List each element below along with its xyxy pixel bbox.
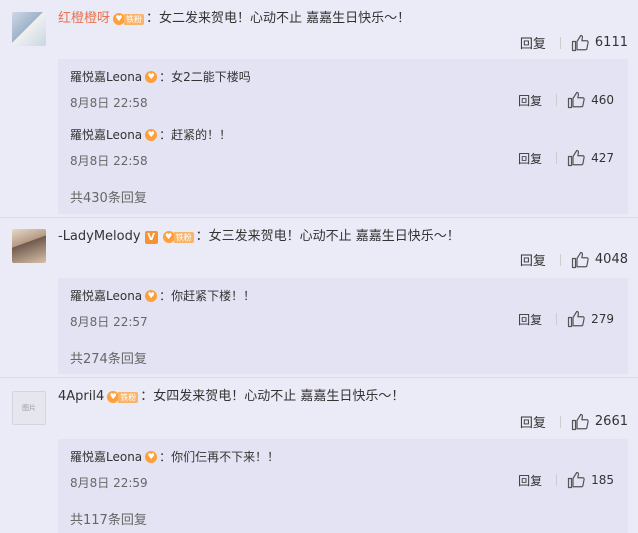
username[interactable]: -LadyMelody [58,228,141,246]
divider [0,217,638,218]
reply-item: 羅悦嘉Leona ♥ ：女2二能下楼吗 8月8日 22:58 回复 460 [58,59,628,117]
more-replies-link[interactable]: 共430条回复 [70,187,147,206]
reply-username[interactable]: 羅悦嘉Leona [70,449,142,465]
reply-item: 羅悦嘉Leona ♥ ：赶紧的！！ 8月8日 22:58 回复 427 [58,117,628,175]
comment-actions: 回复 6111 [520,33,628,52]
reply-text: ：你们仨再不下来！！ [159,450,280,464]
fan-badge-icon: ♥ [145,71,158,83]
comment-actions: 回复 4048 [520,250,628,269]
avatar-placeholder-text: 图片 [22,404,36,412]
reply-button[interactable]: 回复 [518,150,542,167]
reply-button[interactable]: 回复 [518,472,542,489]
reply-box: 羅悦嘉Leona ♥ ：你赶紧下楼！！ 8月8日 22:57 回复 279 共2… [58,278,628,374]
more-replies-link[interactable]: 共274条回复 [70,348,147,367]
username[interactable]: 4April4 [58,388,104,406]
comment-text: ：女二发来贺电！心动不止 嘉嘉生日快乐～！ [146,11,411,26]
divider [559,36,561,49]
reply-time: 8月8日 22:57 [70,315,148,329]
like-count: 185 [591,473,614,487]
reply-username[interactable]: 羅悦嘉Leona [70,69,142,85]
reply-button[interactable]: 回复 [520,33,546,52]
reply-button[interactable]: 回复 [520,250,546,269]
fan-badge-icon: ♥ [145,290,158,302]
like-count: 279 [591,312,614,326]
reply-time: 8月8日 22:59 [70,476,148,490]
reply-username[interactable]: 羅悦嘉Leona [70,127,142,143]
like-count: 4048 [594,252,628,267]
thumbs-up-icon[interactable] [567,91,585,109]
comment-text: ：女三发来贺电！心动不止 嘉嘉生日快乐～！ [195,229,460,244]
reply-button[interactable]: 回复 [518,92,542,109]
avatar[interactable] [12,12,46,46]
reply-item: 羅悦嘉Leona ♥ ：你赶紧下楼！！ 8月8日 22:57 回复 279 [58,278,628,336]
like-count: 6111 [594,35,628,50]
comment-list: 红橙橙呀 ♥ 铁粉 ：女二发来贺电！心动不止 嘉嘉生日快乐～！ 回复 6111 羅… [0,0,638,533]
avatar[interactable] [12,229,46,263]
thumbs-up-icon[interactable] [567,471,585,489]
fan-badge-icon: ♥ [145,451,158,463]
fan-badge-icon: ♥ 铁粉 [107,391,139,403]
divider [559,415,561,428]
username[interactable]: 红橙橙呀 [58,10,110,28]
fan-badge-icon: ♥ 铁粉 [113,13,145,25]
reply-button[interactable]: 回复 [518,311,542,328]
like-count: 427 [591,151,614,165]
more-replies-link[interactable]: 共117条回复 [70,509,147,528]
reply-item: 羅悦嘉Leona ♥ ：你们仨再不下来！！ 8月8日 22:59 回复 185 [58,439,628,497]
thumbs-up-icon[interactable] [567,310,585,328]
comment-actions: 回复 2661 [520,412,628,431]
comment-line: 4April4 ♥ 铁粉 ：女四发来贺电！心动不止 嘉嘉生日快乐～！ [58,388,404,406]
like-count: 2661 [594,414,628,429]
divider [556,94,558,106]
divider [0,377,638,378]
divider [556,474,558,486]
reply-text: ：女2二能下楼吗 [159,70,251,84]
avatar[interactable]: 图片 [12,391,46,425]
reply-box: 羅悦嘉Leona ♥ ：女2二能下楼吗 8月8日 22:58 回复 460 羅悦… [58,59,628,214]
thumbs-up-icon[interactable] [571,34,589,52]
reply-text: ：赶紧的！！ [159,128,232,142]
reply-time: 8月8日 22:58 [70,96,148,110]
comment-line: -LadyMelody V ♥ 铁粉 ：女三发来贺电！心动不止 嘉嘉生日快乐～！ [58,228,460,246]
divider [556,313,558,325]
thumbs-up-icon[interactable] [571,413,589,431]
thumbs-up-icon[interactable] [567,149,585,167]
comment-text: ：女四发来贺电！心动不止 嘉嘉生日快乐～！ [140,389,405,404]
reply-button[interactable]: 回复 [520,412,546,431]
reply-time: 8月8日 22:58 [70,154,148,168]
reply-box: 羅悦嘉Leona ♥ ：你们仨再不下来！！ 8月8日 22:59 回复 185 … [58,439,628,533]
reply-username[interactable]: 羅悦嘉Leona [70,288,142,304]
comment-line: 红橙橙呀 ♥ 铁粉 ：女二发来贺电！心动不止 嘉嘉生日快乐～！ [58,10,410,28]
thumbs-up-icon[interactable] [571,251,589,269]
divider [556,152,558,164]
fan-badge-icon: ♥ 铁粉 [162,231,194,243]
reply-text: ：你赶紧下楼！！ [159,289,256,303]
divider [559,253,561,266]
like-count: 460 [591,93,614,107]
verified-badge-icon: V [144,230,158,244]
fan-badge-icon: ♥ [145,129,158,141]
